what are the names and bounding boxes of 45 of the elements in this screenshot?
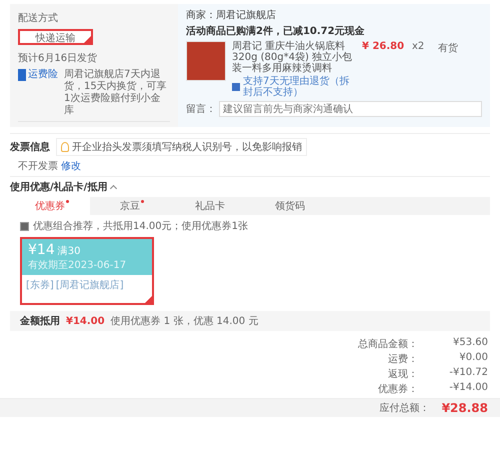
message-label: 留言：	[186, 102, 216, 116]
section-label: 配送方式	[18, 12, 59, 25]
tab[interactable]: 领货码	[250, 197, 330, 215]
summary-label: 返现：	[387, 368, 418, 381]
summary-value: -¥10.72	[448, 367, 488, 380]
tab[interactable]: 京豆	[90, 197, 170, 215]
product-photo	[186, 41, 226, 81]
coupon-expiry: 有效期至2023-06-17	[28, 258, 128, 272]
coupon-condition: 满30	[58, 246, 80, 257]
product-title[interactable]: 周君记 重庆牛油火锅底料320g (80g*4袋) 独立小包装一料多用麻辣烫调料	[232, 41, 356, 74]
insurance-text: 周君记旗舰店7天内退货，15天内换货，可享1次运费险赔付到小金库	[64, 69, 168, 117]
product-price: ¥ 26.80	[362, 41, 406, 52]
summary-value: -¥14.00	[448, 382, 488, 395]
discount-label: 金额抵用	[20, 314, 60, 328]
message-field[interactable]: 建议留言前先与商家沟通确认	[219, 101, 482, 117]
section-heading: 使用优惠/礼品卡/抵用	[10, 180, 108, 194]
summary-label: 总商品金额：	[358, 338, 418, 351]
edit-link[interactable]: 修改	[61, 159, 81, 173]
discount-amount: ¥14.00	[66, 316, 105, 326]
recommend-text: 优惠组合推荐，共抵用14.00元；使用优惠券1张	[33, 220, 248, 233]
summary-label: 运费：	[387, 352, 418, 366]
payable-label: 应付总额：	[380, 402, 430, 415]
section-heading: 发票信息	[10, 140, 50, 154]
tab[interactable]: 礼品卡	[170, 197, 250, 215]
insurance-badge: 运费险	[18, 69, 58, 81]
summary-value: ¥53.60	[452, 337, 488, 350]
promo-text: 活动商品已购满2件，已减10.72元现金	[186, 24, 366, 38]
quantity: x2	[412, 41, 426, 52]
ship-date: 预计6月16日发货	[18, 52, 98, 65]
discount-note: 使用优惠券 1 张，优惠 14.00 元	[110, 314, 258, 328]
delivery-option[interactable]: 快递运输	[18, 29, 93, 45]
checkbox[interactable]	[20, 222, 29, 230]
invoice-value: 不开发票	[18, 160, 58, 173]
stock-status: 有货	[438, 42, 458, 55]
invoice-tip: 开企业抬头发票须填写纳税人识别号，以免影响报销	[56, 138, 307, 156]
coupon-amount: ¥14	[28, 242, 55, 258]
summary-label: 优惠券：	[377, 382, 418, 396]
badge-icon	[232, 83, 240, 91]
summary-value: ¥0.00	[458, 352, 488, 365]
coupon-tag: [周君记旗舰店]	[56, 278, 124, 292]
seller-name: 商家：周君记旗舰店	[186, 8, 277, 22]
coupon-tag: [东券]	[26, 278, 54, 292]
return-note: 支持7天无理由退货（拆封后不支持）	[243, 76, 350, 98]
tab[interactable]: 优惠券	[10, 197, 90, 215]
payable-amount: ¥28.88	[442, 401, 488, 415]
